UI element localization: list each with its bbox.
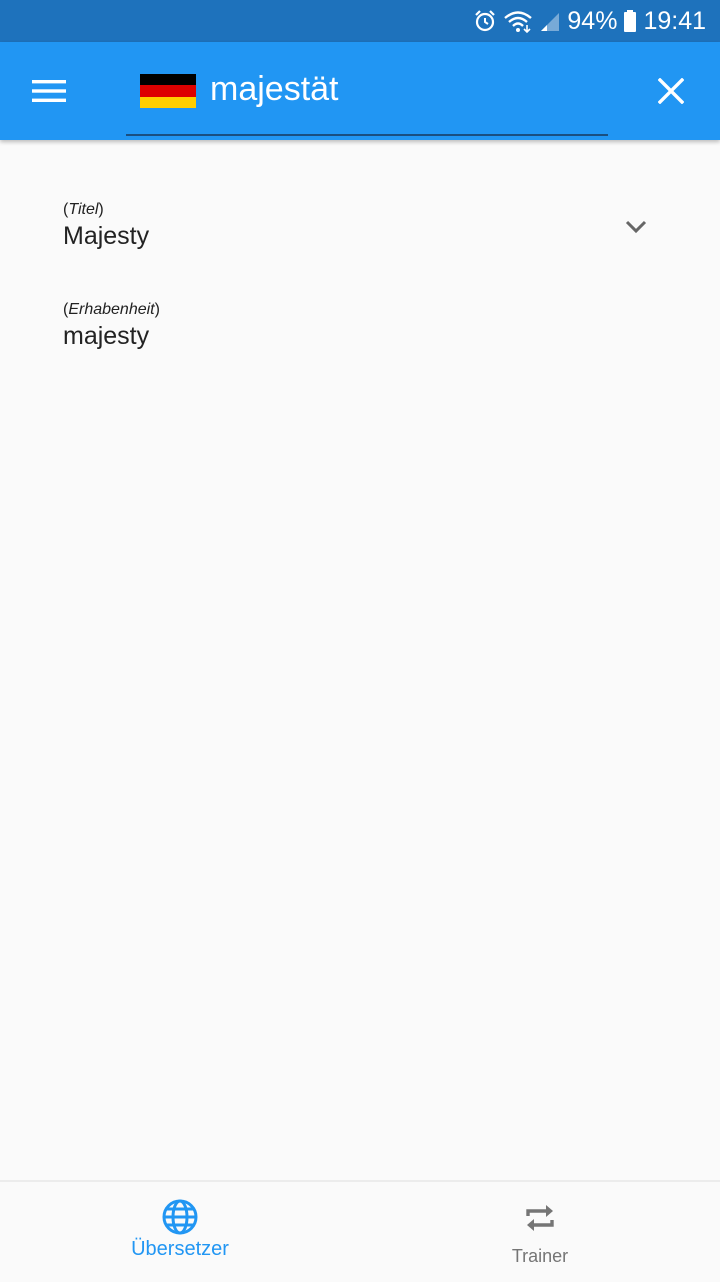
- nav-label: Übersetzer: [131, 1238, 229, 1260]
- nav-item-uebersetzer[interactable]: Übersetzer: [0, 1182, 360, 1282]
- battery-percent: 94%: [567, 7, 618, 35]
- result-context: (Titel): [63, 201, 104, 218]
- nav-item-trainer[interactable]: Trainer: [360, 1182, 720, 1282]
- battery-icon: [623, 9, 637, 33]
- search-query[interactable]: majestät: [210, 68, 339, 110]
- chevron-down-icon: [625, 220, 647, 234]
- result-item[interactable]: (Titel) Majesty: [63, 200, 149, 252]
- result-context: (Erhabenheit): [63, 301, 160, 318]
- app-bar: majestät: [0, 42, 720, 140]
- hamburger-menu-icon: [32, 80, 66, 102]
- repeat-icon: [526, 1205, 554, 1231]
- clear-search-button[interactable]: [646, 66, 696, 116]
- result-translation: majesty: [63, 322, 150, 350]
- alarm-icon: [473, 9, 497, 33]
- search-field[interactable]: majestät: [126, 42, 608, 136]
- globe-icon: [162, 1199, 198, 1235]
- result-translation: Majesty: [63, 222, 150, 250]
- wifi-icon: [503, 9, 533, 33]
- bottom-navigation: Übersetzer Trainer: [0, 1180, 720, 1282]
- expand-button[interactable]: [614, 210, 658, 244]
- status-icons: 94% 19:41: [473, 0, 706, 42]
- status-bar: 94% 19:41: [0, 0, 720, 42]
- germany-flag-icon[interactable]: [140, 74, 196, 108]
- menu-button[interactable]: [24, 66, 74, 116]
- clock: 19:41: [643, 7, 706, 35]
- signal-icon: [539, 9, 561, 33]
- nav-label: Trainer: [511, 1246, 569, 1266]
- result-item[interactable]: (Erhabenheit) majesty: [63, 300, 160, 352]
- close-icon: [658, 78, 684, 104]
